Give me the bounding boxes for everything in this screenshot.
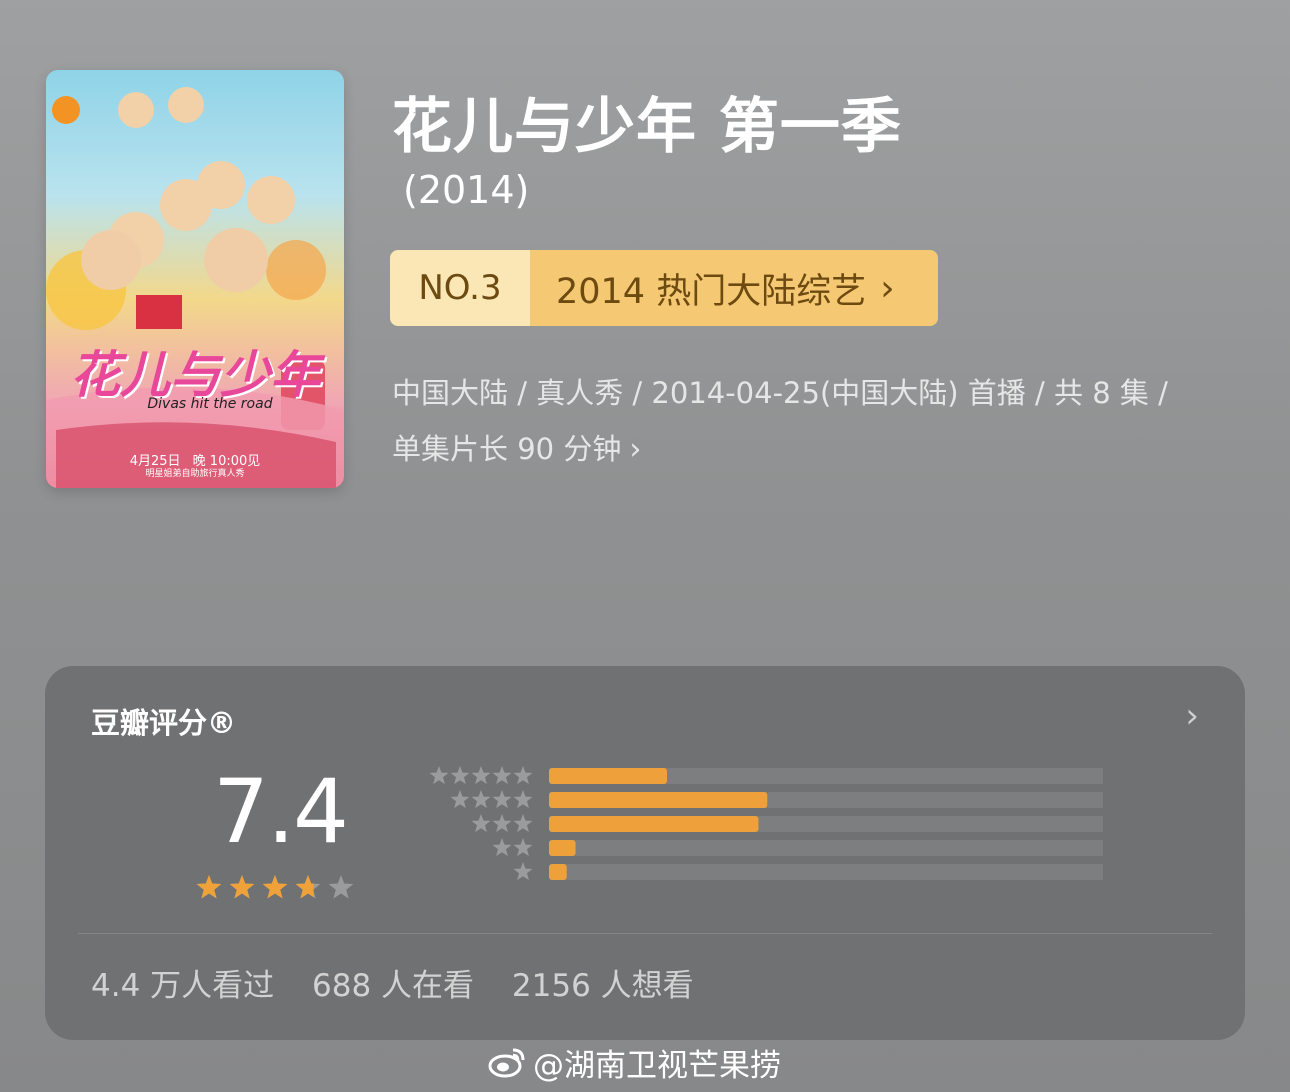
show-meta[interactable]: 中国大陆 / 真人秀 / 2014-04-25(中国大陆) 首播 / 共 8 集… xyxy=(392,365,1252,478)
stat-wish[interactable]: 2156 人想看 xyxy=(512,968,694,1004)
douban-rating-card[interactable]: 豆瓣评分® › 7.4 4.4 万人看过 688 人在看 2156 人想看 xyxy=(45,666,1245,1040)
dist-star-icon xyxy=(492,814,512,833)
dist-bar-3-star xyxy=(549,816,759,832)
stat-seen[interactable]: 4.4 万人看过 xyxy=(91,968,274,1004)
dist-star-icon xyxy=(471,790,491,809)
poster-artwork xyxy=(46,87,344,488)
meta-line-2-wrap: 单集片长 90 分钟 › xyxy=(392,421,1252,478)
chevron-right-icon: › xyxy=(880,267,895,309)
show-title: 花儿与少年 第一季 xyxy=(392,92,902,162)
star-filled-icon xyxy=(229,875,255,899)
meta-line-1: 中国大陆 / 真人秀 / 2014-04-25(中国大陆) 首播 / 共 8 集… xyxy=(392,376,1168,410)
show-poster[interactable]: 花儿与少年 Divas hit the road 4月25日 晚 10:00见 … xyxy=(46,70,344,488)
star-filled-icon xyxy=(262,875,288,899)
rating-distribution xyxy=(429,766,1103,881)
star-icon xyxy=(328,875,354,899)
dist-star-icon xyxy=(429,766,449,785)
weibo-watermark: @湖南卫视芒果捞 xyxy=(487,1040,781,1084)
rating-score: 7.4 xyxy=(213,760,349,863)
dist-star-icon xyxy=(513,766,533,785)
dist-star-icon xyxy=(513,814,533,833)
dist-bar-track xyxy=(549,840,1103,856)
rating-stars xyxy=(196,875,354,899)
ranking-label-wrap: 2014 热门大陆综艺 › xyxy=(530,250,938,326)
poster-tagline: 明星姐弟自助旅行真人秀 xyxy=(145,469,245,479)
dist-star-icon xyxy=(492,790,512,809)
watermark-text: @湖南卫视芒果捞 xyxy=(533,1047,781,1084)
dist-star-icon xyxy=(513,838,533,857)
dist-bar-1-star xyxy=(549,864,567,880)
dist-star-icon xyxy=(471,814,491,833)
ranking-badge[interactable]: NO.3 2014 热门大陆综艺 › xyxy=(390,250,938,326)
poster-subtitle-art: Divas hit the road xyxy=(147,396,273,412)
dist-bar-track xyxy=(549,864,1103,880)
meta-line-2: 单集片长 90 分钟 xyxy=(392,432,622,466)
dist-bar-5-star xyxy=(549,768,667,784)
divider xyxy=(78,933,1212,934)
star-filled-icon xyxy=(196,875,222,899)
chevron-right-icon[interactable]: › xyxy=(1185,696,1199,736)
rating-title: 豆瓣评分® xyxy=(91,706,237,740)
dist-star-icon xyxy=(492,838,512,857)
chevron-right-icon[interactable]: › xyxy=(629,432,641,467)
dist-star-icon xyxy=(492,766,512,785)
stat-watching[interactable]: 688 人在看 xyxy=(312,968,474,1004)
show-year: (2014) xyxy=(403,168,530,212)
rating-stats: 4.4 万人看过 688 人在看 2156 人想看 xyxy=(91,960,722,1005)
ranking-label: 2014 热门大陆综艺 xyxy=(556,271,867,312)
dist-star-icon xyxy=(513,790,533,809)
weibo-logo-icon xyxy=(488,1048,525,1078)
dist-star-icon xyxy=(471,766,491,785)
dist-star-icon xyxy=(513,862,533,881)
dist-bar-4-star xyxy=(549,792,768,808)
dist-bar-2-star xyxy=(549,840,576,856)
dist-star-icon xyxy=(450,790,470,809)
ranking-number: NO.3 xyxy=(390,250,530,326)
dist-star-icon xyxy=(450,766,470,785)
